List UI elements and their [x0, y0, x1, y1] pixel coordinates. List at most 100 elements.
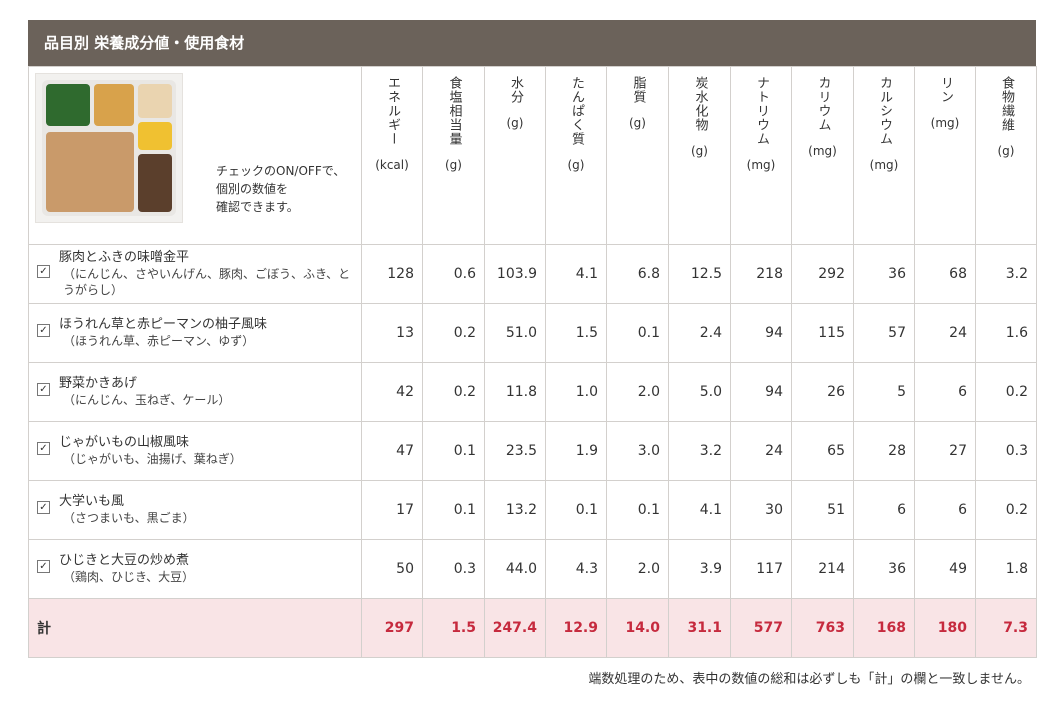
nutrient-value: 51.0	[484, 303, 546, 363]
dish-info: 大学いも風 （さつまいも、黒ごま）	[59, 494, 361, 526]
column-header: 脂質 (g)	[606, 66, 669, 245]
nutrient-value: 218	[730, 244, 792, 304]
total-value: 297	[361, 598, 423, 658]
total-value: 1.5	[422, 598, 485, 658]
nutrient-value: 27	[914, 421, 976, 481]
dish-info: 豚肉とふきの味噌金平 （にんじん、さやいんげん、豚肉、ごぼう、ふき、とうがらし）	[59, 250, 361, 298]
nutrient-value: 292	[791, 244, 854, 304]
dish-cell: ✓ 大学いも風 （さつまいも、黒ごま）	[28, 480, 362, 540]
panel-title: 品目別 栄養成分値・使用食材	[28, 20, 1036, 66]
nutrient-value: 13	[361, 303, 423, 363]
dish-cell: ✓ ほうれん草と赤ピーマンの柚子風味 （ほうれん草、赤ピーマン、ゆず）	[28, 303, 362, 363]
rounding-footnote: 端数処理のため、表中の数値の総和は必ずしも「計」の欄と一致しません。	[588, 672, 1030, 687]
nutrient-value: 49	[914, 539, 976, 599]
total-value: 168	[853, 598, 915, 658]
nutrient-value: 0.2	[422, 362, 485, 422]
checkbox-icon[interactable]: ✓	[37, 324, 50, 337]
nutrient-value: 3.0	[606, 421, 669, 481]
column-label: カリウム	[815, 76, 831, 132]
dish-name: 大学いも風	[59, 494, 125, 509]
nutrient-value: 103.9	[484, 244, 546, 304]
nutrient-value: 4.1	[545, 244, 607, 304]
column-label: カルシウム	[877, 76, 892, 146]
dish-name: ひじきと大豆の炒め煮	[59, 553, 190, 568]
column-label: 脂質	[630, 76, 646, 104]
column-unit: (mg)	[869, 158, 899, 172]
nutrient-value: 24	[730, 421, 792, 481]
nutrient-value: 1.0	[545, 362, 607, 422]
nutrient-value: 28	[853, 421, 915, 481]
nutrient-value: 0.3	[975, 421, 1037, 481]
table-row: ✓ 豚肉とふきの味噌金平 （にんじん、さやいんげん、豚肉、ごぼう、ふき、とうがらし）…	[28, 244, 1037, 304]
nutrient-value: 51	[791, 480, 854, 540]
column-unit: (mg)	[746, 158, 776, 172]
column-unit: (g)	[629, 116, 646, 130]
checkbox-icon[interactable]: ✓	[37, 383, 50, 396]
nutrient-value: 11.8	[484, 362, 546, 422]
total-row: 計 297 1.5 247.4 12.9 14.0 31.1 577 763 168 180 7.3	[28, 598, 1037, 658]
nutrient-value: 44.0	[484, 539, 546, 599]
table-row: ✓ 野菜かきあげ （にんじん、玉ねぎ、ケール） 42 0.2 11.8 1.0 2.0 5.0 9…	[28, 362, 1037, 422]
total-value: 247.4	[484, 598, 546, 658]
column-label: 食物繊維	[999, 76, 1014, 132]
nutrition-table: チェックのON/OFFで、 個別の数値を 確認できます。 エネルギー (kcal)…	[28, 66, 1037, 658]
nutrient-value: 68	[914, 244, 976, 304]
nutrient-value: 12.5	[668, 244, 731, 304]
column-label: ナトリウム	[754, 76, 769, 146]
column-unit: (g)	[997, 144, 1015, 158]
table-row: ✓ ひじきと大豆の炒め煮 （鶏肉、ひじき、大豆） 50 0.3 44.0 4.3 2.0 3.9…	[28, 539, 1037, 599]
total-value: 14.0	[606, 598, 669, 658]
nutrient-value: 94	[730, 362, 792, 422]
nutrient-value: 3.2	[975, 244, 1037, 304]
nutrient-value: 2.0	[606, 539, 669, 599]
nutrient-value: 57	[853, 303, 915, 363]
nutrient-value: 3.9	[668, 539, 731, 599]
checkbox-icon[interactable]: ✓	[37, 265, 50, 278]
dish-ingredients: （さつまいも、黒ごま）	[63, 511, 195, 525]
checkbox-icon[interactable]: ✓	[37, 501, 50, 514]
nutrient-value: 4.1	[668, 480, 731, 540]
nutrient-value: 0.2	[975, 480, 1037, 540]
table-row: ✓ 大学いも風 （さつまいも、黒ごま） 17 0.1 13.2 0.1 0.1 4.1 30 51 6…	[28, 480, 1037, 540]
column-unit: (g)	[445, 158, 462, 172]
nutrient-value: 50	[361, 539, 423, 599]
nutrient-value: 115	[791, 303, 854, 363]
dish-name: じゃがいもの山椒風味	[59, 435, 190, 450]
column-header: カリウム (mg)	[791, 66, 854, 245]
dish-name: ほうれん草と赤ピーマンの柚子風味	[59, 317, 268, 332]
dish-name: 豚肉とふきの味噌金平	[59, 250, 190, 265]
total-value: 7.3	[975, 598, 1037, 658]
column-header: 炭水化物 (g)	[668, 66, 731, 245]
nutrient-value: 0.6	[422, 244, 485, 304]
dish-info: 野菜かきあげ （にんじん、玉ねぎ、ケール）	[59, 376, 361, 408]
nutrient-value: 94	[730, 303, 792, 363]
dish-cell: ✓ 野菜かきあげ （にんじん、玉ねぎ、ケール）	[28, 362, 362, 422]
header-row: チェックのON/OFFで、 個別の数値を 確認できます。 エネルギー (kcal)…	[28, 66, 1037, 245]
column-label: 食塩相当量	[446, 76, 462, 146]
dish-ingredients: （にんじん、さやいんげん、豚肉、ごぼう、ふき、とうがらし）	[63, 267, 351, 297]
dish-ingredients: （ほうれん草、赤ピーマン、ゆず）	[63, 334, 255, 348]
nutrient-value: 42	[361, 362, 423, 422]
column-header: 水分 (g)	[484, 66, 546, 245]
nutrient-value: 214	[791, 539, 854, 599]
column-label: リン	[938, 76, 953, 104]
column-unit: (mg)	[808, 144, 837, 158]
checkbox-icon[interactable]: ✓	[37, 560, 50, 573]
nutrient-value: 6.8	[606, 244, 669, 304]
total-value: 12.9	[545, 598, 607, 658]
dish-ingredients: （にんじん、玉ねぎ、ケール）	[63, 393, 231, 407]
total-label: 計	[28, 598, 362, 658]
dish-info: ほうれん草と赤ピーマンの柚子風味 （ほうれん草、赤ピーマン、ゆず）	[59, 317, 361, 349]
nutrient-value: 1.9	[545, 421, 607, 481]
dish-cell: ✓ じゃがいもの山椒風味 （じゃがいも、油揚げ、葉ねぎ）	[28, 421, 362, 481]
nutrient-value: 6	[914, 362, 976, 422]
nutrient-value: 2.0	[606, 362, 669, 422]
dish-ingredients: （じゃがいも、油揚げ、葉ねぎ）	[63, 452, 242, 466]
nutrient-value: 1.8	[975, 539, 1037, 599]
table-row: ✓ ほうれん草と赤ピーマンの柚子風味 （ほうれん草、赤ピーマン、ゆず） 13 0.2 51…	[28, 303, 1037, 363]
nutrient-value: 6	[914, 480, 976, 540]
dish-ingredients: （鶏肉、ひじき、大豆）	[63, 570, 195, 584]
checkbox-icon[interactable]: ✓	[37, 442, 50, 455]
column-unit: (kcal)	[375, 158, 409, 172]
nutrient-value: 6	[853, 480, 915, 540]
